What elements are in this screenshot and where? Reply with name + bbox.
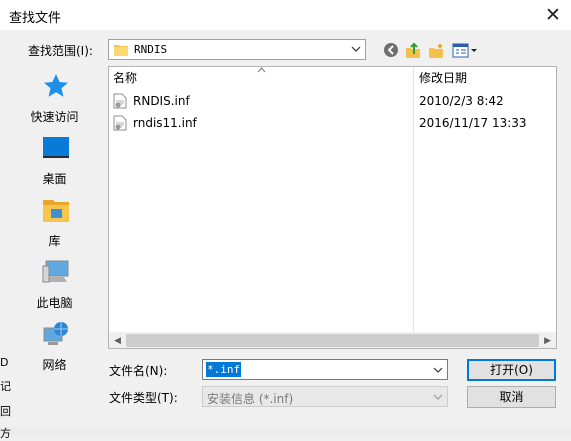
- place-label: 快速访问: [30, 110, 79, 124]
- scrollbar-thumb[interactable]: [126, 334, 539, 347]
- place-label: 桌面: [42, 172, 67, 186]
- look-in-label: 查找范围(I):: [28, 44, 93, 58]
- desktop-icon: [43, 137, 69, 158]
- place-label: 此电脑: [36, 296, 73, 310]
- chevron-down-icon[interactable]: [433, 363, 443, 377]
- library-folder-icon: [43, 200, 69, 222]
- filename-label: 文件名(N):: [109, 364, 168, 378]
- filetype-label: 文件类型(T):: [109, 391, 178, 405]
- cancel-button[interactable]: 取消: [467, 386, 556, 408]
- scroll-right-icon[interactable]: ▶: [544, 336, 551, 346]
- folder-icon: [114, 45, 128, 56]
- dialog-title: 查找文件: [9, 11, 62, 26]
- background-fragment-4: 方: [0, 427, 11, 440]
- file-list[interactable]: 名称 修改日期 RNDIS.inf 2010/2/3 8:42 rndis11.…: [108, 66, 557, 349]
- place-this-pc[interactable]: 此电脑: [10, 258, 99, 310]
- filetype-dropdown[interactable]: 安装信息 (*.inf): [202, 386, 448, 407]
- star-icon: [44, 74, 68, 97]
- new-folder-icon[interactable]: [428, 40, 444, 60]
- place-quick-access[interactable]: 快速访问: [10, 72, 99, 124]
- file-name: RNDIS.inf: [133, 94, 190, 108]
- filetype-value: 安装信息 (*.inf): [207, 392, 294, 406]
- background-fragment-1: D: [0, 356, 9, 369]
- scroll-left-icon[interactable]: ◀: [114, 336, 121, 346]
- chevron-down-icon: [351, 46, 361, 52]
- open-button[interactable]: 打开(O): [467, 359, 556, 381]
- file-date: 2016/11/17 13:33: [419, 116, 527, 130]
- place-desktop[interactable]: 桌面: [10, 134, 99, 186]
- file-name: rndis11.inf: [133, 116, 197, 130]
- close-icon[interactable]: ✕: [541, 4, 565, 26]
- title-bar[interactable]: 查找文件 ✕: [0, 0, 571, 30]
- inf-file-icon: [113, 115, 127, 131]
- place-network[interactable]: 网络: [10, 320, 99, 372]
- place-label: 网络: [42, 358, 67, 372]
- filename-value: *.inf: [206, 362, 242, 377]
- filename-input[interactable]: *.inf: [202, 359, 448, 380]
- background-window-edge: [0, 427, 571, 437]
- look-in-dropdown[interactable]: RNDIS: [108, 39, 366, 60]
- back-icon[interactable]: [383, 40, 399, 60]
- place-label: 库: [48, 234, 61, 248]
- horizontal-scrollbar[interactable]: ◀ ▶: [109, 332, 556, 348]
- column-header-date[interactable]: 修改日期: [419, 67, 467, 89]
- sort-ascending-icon: [257, 67, 266, 73]
- inf-file-icon: [113, 93, 127, 109]
- computer-icon: [42, 260, 69, 283]
- list-item[interactable]: RNDIS.inf 2010/2/3 8:42: [113, 91, 553, 111]
- place-library[interactable]: 库: [10, 196, 99, 248]
- file-date: 2010/2/3 8:42: [419, 94, 504, 108]
- list-item[interactable]: rndis11.inf 2016/11/17 13:33: [113, 113, 553, 133]
- up-folder-icon[interactable]: [405, 40, 421, 60]
- network-icon: [43, 322, 68, 345]
- chevron-down-icon[interactable]: [433, 390, 443, 404]
- background-fragment-3: 回: [0, 405, 11, 418]
- look-in-value: RNDIS: [134, 43, 168, 56]
- places-bar: 快速访问 桌面 库 此电脑 网络: [10, 66, 99, 387]
- view-menu-icon[interactable]: [452, 40, 478, 60]
- column-header-name[interactable]: 名称: [113, 67, 137, 89]
